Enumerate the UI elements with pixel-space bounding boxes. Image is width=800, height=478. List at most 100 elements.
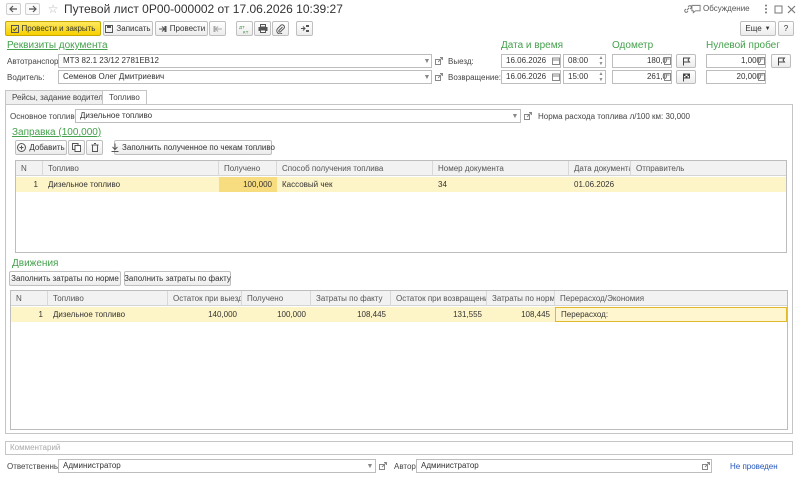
vehicle-input[interactable]: МТЗ 82.1 23/12 2781ЕВ12 [58, 54, 432, 68]
driver-dropdown-arrow-icon[interactable]: ▼ [421, 70, 433, 84]
vehicle-label: Автотранспорт: [7, 57, 65, 66]
odometer-end-calc-icon[interactable] [661, 70, 673, 84]
cell-received[interactable]: 100,000 [219, 177, 277, 192]
responsible-dropdown-arrow-icon[interactable]: ▼ [364, 459, 376, 473]
vehicle-open-link-icon[interactable] [433, 54, 445, 68]
column-header[interactable]: Топливо [43, 161, 219, 176]
post-and-close-button[interactable]: Провести и закрыть [5, 21, 101, 36]
column-header[interactable]: Способ получения топлива [277, 161, 433, 176]
departure-calendar-icon[interactable] [550, 54, 562, 68]
tab-fuel[interactable]: Топливо [102, 90, 147, 105]
column-header[interactable]: N [16, 161, 43, 176]
cell-actual-cost[interactable]: 108,445 [311, 307, 391, 322]
add-refuel-button[interactable]: Добавить [15, 140, 67, 155]
print-button[interactable] [254, 21, 271, 36]
refuel-table-header: N Топливо Получено Способ получения топл… [16, 161, 786, 176]
odometer-end-finish-button[interactable] [676, 70, 696, 84]
undo-post-button[interactable] [209, 21, 226, 36]
column-header[interactable]: Перерасход/Экономия [555, 291, 787, 306]
save-button[interactable]: Записать [103, 21, 153, 36]
cell-fuel[interactable]: Дизельное топливо [43, 177, 219, 192]
more-menu-button[interactable]: Еще ▼ [740, 21, 776, 36]
column-header[interactable]: N [11, 291, 48, 306]
back-button[interactable] [6, 3, 21, 15]
column-header[interactable]: Остаток при выезде [168, 291, 242, 306]
cell-n[interactable]: 1 [16, 177, 43, 192]
author-input: Администратор [416, 459, 712, 473]
return-calendar-icon[interactable] [550, 70, 562, 84]
main-fuel-dropdown-arrow-icon[interactable]: ▼ [509, 109, 521, 123]
forward-button[interactable] [25, 3, 40, 15]
main-fuel-input[interactable]: Дизельное топливо [75, 109, 521, 123]
movements-table-header: N Топливо Остаток при выезде Получено За… [11, 291, 787, 306]
maximize-icon[interactable] [772, 3, 784, 15]
svg-text:кт: кт [243, 30, 249, 34]
departure-time-spinner-icon[interactable]: ▲ ▼ [595, 54, 607, 68]
fill-by-norm-button[interactable]: Заполнить затраты по норме [9, 271, 121, 286]
cell-method[interactable]: Кассовый чек [277, 177, 433, 192]
table-row[interactable]: 1 Дизельное топливо 140,000 100,000 108,… [11, 307, 787, 322]
tab-trips[interactable]: Рейсы, задание водителю [5, 90, 116, 104]
delete-row-button[interactable] [86, 140, 103, 155]
responsible-open-link-icon[interactable] [377, 459, 389, 473]
zero-mileage-start-calc-icon[interactable] [755, 54, 767, 68]
zero-mileage-flag-button[interactable] [771, 54, 791, 68]
discussion-link[interactable]: Обсуждение [703, 4, 750, 13]
favorite-star-icon[interactable]: ☆ [46, 2, 60, 16]
column-header[interactable]: Топливо [48, 291, 168, 306]
fill-by-fact-button[interactable]: Заполнить затраты по факту [124, 271, 231, 286]
column-header[interactable]: Получено [219, 161, 277, 176]
paperclip-icon [276, 23, 285, 34]
table-row[interactable]: 1 Дизельное топливо 100,000 Кассовый чек… [16, 177, 786, 192]
column-header[interactable]: Затраты по факту [311, 291, 391, 306]
requisites-header[interactable]: Реквизиты документа [7, 40, 108, 51]
fill-by-receipts-button[interactable]: Заполнить полученное по чекам топливо [111, 140, 275, 155]
comment-input[interactable]: Комментарий [5, 441, 793, 455]
dt-kt-button[interactable]: дт кт [236, 21, 253, 36]
return-time-spinner-icon[interactable]: ▲ ▼ [595, 70, 607, 84]
cell-doc-date[interactable]: 01.06.2026 [569, 177, 631, 192]
printer-icon [258, 24, 267, 33]
cell-received[interactable]: 100,000 [242, 307, 311, 322]
column-header[interactable]: Дата документа [569, 161, 631, 176]
copy-row-button[interactable] [68, 140, 85, 155]
zero-mileage-end-calc-icon[interactable] [755, 70, 767, 84]
odometer-start-flag-button[interactable] [676, 54, 696, 68]
help-button[interactable]: ? [778, 21, 794, 36]
odometer-start-calc-icon[interactable] [661, 54, 673, 68]
attach-button[interactable] [272, 21, 289, 36]
close-icon[interactable] [785, 3, 797, 15]
refuel-header[interactable]: Заправка (100,000) [12, 127, 101, 138]
cell-fuel[interactable]: Дизельное топливо [48, 307, 168, 322]
author-open-link-icon[interactable] [700, 459, 712, 473]
return-label: Возвращение: [448, 73, 502, 82]
column-header[interactable]: Затраты по норме [487, 291, 555, 306]
zero-mileage-header: Нулевой пробег [706, 40, 780, 51]
discussion-icon[interactable] [691, 3, 701, 15]
cell-start-balance[interactable]: 140,000 [168, 307, 242, 322]
cell-norm-cost[interactable]: 108,445 [487, 307, 555, 322]
post-icon [158, 25, 167, 33]
column-header[interactable]: Остаток при возвращении [391, 291, 487, 306]
copy-icon [72, 143, 81, 152]
structure-button[interactable] [296, 21, 313, 36]
column-header[interactable]: Отправитель [631, 161, 786, 176]
author-label: Автор: [394, 462, 419, 471]
main-fuel-open-link-icon[interactable] [522, 109, 534, 123]
post-button[interactable]: Провести [155, 21, 208, 36]
more-vertical-icon[interactable] [760, 3, 772, 15]
movements-table: N Топливо Остаток при выезде Получено За… [10, 290, 788, 430]
cell-end-balance[interactable]: 131,555 [391, 307, 487, 322]
column-header[interactable]: Получено [242, 291, 311, 306]
cell-n[interactable]: 1 [11, 307, 48, 322]
driver-input[interactable]: Семенов Олег Дмитриевич [58, 70, 432, 84]
cell-sender[interactable] [631, 177, 786, 192]
cell-overrun[interactable]: Перерасход: [555, 307, 787, 322]
column-header[interactable]: Номер документа [433, 161, 569, 176]
movements-header: Движения [12, 258, 59, 269]
driver-open-link-icon[interactable] [433, 70, 445, 84]
arrow-left-icon [9, 5, 17, 13]
responsible-input[interactable]: Администратор [58, 459, 376, 473]
vehicle-dropdown-arrow-icon[interactable]: ▼ [421, 54, 433, 68]
cell-doc-number[interactable]: 34 [433, 177, 569, 192]
